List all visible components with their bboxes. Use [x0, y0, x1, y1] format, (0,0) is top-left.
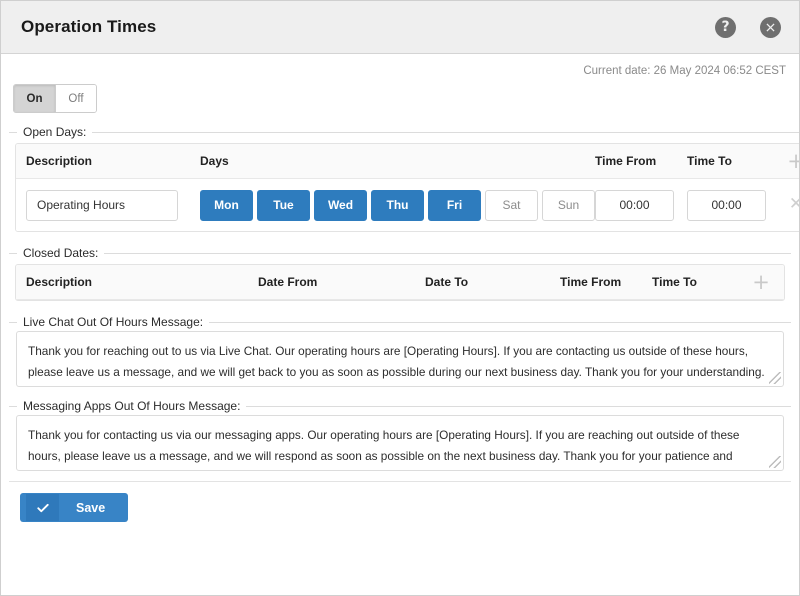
times-icon[interactable]: ✕ — [789, 194, 799, 214]
live-chat-textarea-holder: Thank you for reaching out to us via Liv… — [16, 331, 784, 387]
day-toggle-wed[interactable]: Wed — [314, 189, 367, 221]
messaging-apps-textarea-holder: Thank you for contacting us via our mess… — [16, 415, 784, 471]
close-circle-icon[interactable] — [760, 16, 781, 38]
table-row: Mon Tue Wed Thu Fri Sat Sun — [16, 179, 799, 231]
day-toggle-sat[interactable]: Sat — [485, 189, 538, 221]
live-chat-message-wrap: Thank you for reaching out to us via Liv… — [13, 329, 787, 387]
live-chat-message-textarea[interactable]: Thank you for reaching out to us via Liv… — [16, 331, 784, 387]
status-toggle[interactable]: On Off — [13, 84, 97, 113]
closed-dates-fieldset: Closed Dates: Description Date From Date… — [9, 246, 791, 309]
column-header-time-to: Time To — [652, 275, 697, 289]
column-header-time-from: Time From — [595, 154, 657, 168]
open-days-delete-cell: ✕ — [779, 196, 799, 214]
time-from-input[interactable] — [595, 189, 674, 221]
description-input[interactable] — [26, 189, 178, 221]
open-days-add-cell: + — [779, 150, 799, 172]
live-chat-message-legend: Live Chat Out Of Hours Message: — [23, 315, 204, 329]
column-header-time-to: Time To — [687, 154, 732, 168]
plus-icon[interactable]: + — [787, 150, 799, 172]
page-title: Operation Times — [21, 17, 157, 36]
live-chat-message-fieldset: Live Chat Out Of Hours Message: Thank yo… — [9, 315, 791, 393]
closed-dates-legend: Closed Dates: — [23, 246, 99, 260]
open-days-table-header: Description Days Time From Time To + — [16, 144, 799, 179]
open-days-time-to-cell — [687, 189, 779, 221]
column-header-days: Days — [200, 154, 229, 168]
day-toggle-thu[interactable]: Thu — [371, 189, 424, 221]
status-toggle-row: On Off — [9, 82, 791, 119]
dialog-titlebar: Operation Times ? — [1, 1, 799, 54]
messaging-apps-message-wrap: Thank you for contacting us via our mess… — [13, 413, 787, 471]
dialog-body: Current date: 26 May 2024 06:52 CEST On … — [1, 54, 799, 595]
closed-dates-panel: Description Date From Date To Time From … — [15, 264, 785, 301]
save-button-label: Save — [76, 500, 106, 515]
column-header-date-from: Date From — [258, 275, 318, 289]
day-toggle-sun[interactable]: Sun — [542, 189, 595, 221]
day-toggle-tue[interactable]: Tue — [257, 189, 310, 221]
plus-icon[interactable]: + — [752, 271, 770, 293]
messaging-apps-message-textarea[interactable]: Thank you for contacting us via our mess… — [16, 415, 784, 471]
dialog-footer: Save — [9, 481, 791, 522]
messaging-apps-message-legend: Messaging Apps Out Of Hours Message: — [23, 399, 241, 413]
status-toggle-off[interactable]: Off — [55, 85, 96, 112]
save-button[interactable]: Save — [20, 493, 129, 522]
open-days-panel: Description Days Time From Time To + Mon — [15, 143, 799, 232]
open-days-fieldset: Open Days: Description Days Time From Ti… — [9, 125, 799, 240]
closed-dates-table-header: Description Date From Date To Time From … — [16, 265, 784, 300]
day-toggle-mon[interactable]: Mon — [200, 189, 253, 221]
closed-dates-add-cell: + — [744, 271, 778, 293]
column-header-description: Description — [26, 275, 93, 289]
open-days-description-cell — [26, 189, 188, 221]
current-date-label: Current date: 26 May 2024 06:52 CEST — [583, 65, 786, 77]
operation-times-dialog: Operation Times ? Current date: 26 May 2… — [0, 0, 800, 596]
time-to-input[interactable] — [687, 189, 766, 221]
open-days-legend: Open Days: — [23, 125, 87, 139]
column-header-time-from: Time From — [560, 275, 622, 289]
column-header-date-to: Date To — [425, 275, 469, 289]
open-days-time-from-cell — [595, 189, 687, 221]
status-toggle-on[interactable]: On — [14, 85, 55, 112]
day-toggle-fri[interactable]: Fri — [428, 189, 481, 221]
day-toggle-group: Mon Tue Wed Thu Fri Sat Sun — [200, 189, 595, 221]
column-header-description: Description — [26, 154, 93, 168]
messaging-apps-message-fieldset: Messaging Apps Out Of Hours Message: Tha… — [9, 399, 791, 477]
open-days-days-cell: Mon Tue Wed Thu Fri Sat Sun — [188, 189, 595, 221]
check-icon — [26, 494, 59, 521]
help-circle-icon[interactable]: ? — [715, 16, 736, 38]
